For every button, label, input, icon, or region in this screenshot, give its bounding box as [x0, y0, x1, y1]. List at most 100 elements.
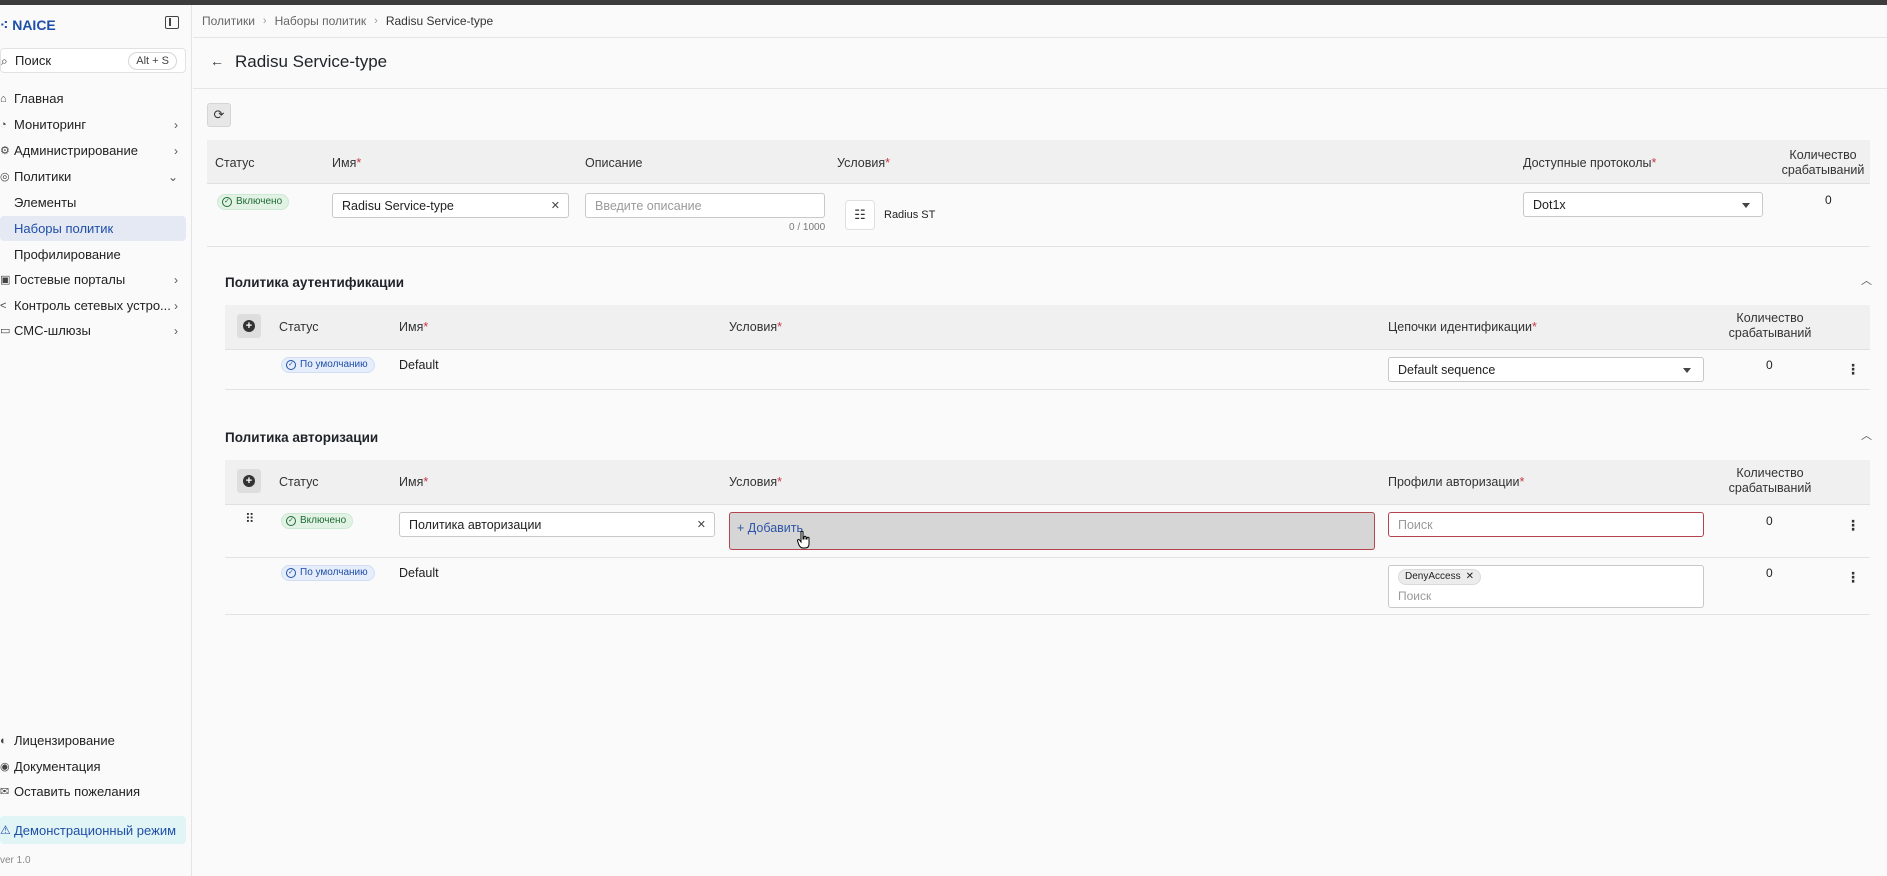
window-top-bar: [0, 0, 1887, 5]
sidebar-item-label: Администрирование: [14, 143, 138, 158]
sidebar-search[interactable]: ⌕ Поиск Alt + S: [0, 48, 186, 73]
divider: [193, 88, 1887, 89]
sidebar-item-documentation[interactable]: ◉ Документация: [0, 754, 186, 779]
column-description: Описание: [585, 156, 643, 170]
more-vertical-icon[interactable]: ⋮: [1846, 517, 1860, 534]
more-vertical-icon[interactable]: ⋮: [1846, 361, 1860, 378]
docs-icon: ◉: [0, 761, 10, 773]
breadcrumb-item[interactable]: Политики: [202, 14, 255, 28]
column-profiles: Профили авторизации*: [1388, 475, 1525, 489]
mouse-cursor-icon: [797, 531, 810, 549]
refresh-button[interactable]: ⟳: [207, 103, 231, 127]
remove-tag-icon[interactable]: ✕: [1466, 570, 1474, 584]
divider: [193, 37, 1887, 38]
status-badge-enabled: ✓ Включено: [217, 194, 290, 210]
sidebar-item-feedback[interactable]: ✉ Оставить пожелания: [0, 779, 186, 804]
column-name: Имя*: [399, 475, 429, 489]
chevron-right-icon: ›: [174, 117, 178, 132]
home-icon: ⌂: [0, 92, 7, 105]
description-counter: 0 / 1000: [789, 222, 826, 233]
sidebar-item-label: Контроль сетевых устро...: [14, 298, 171, 313]
condition-name[interactable]: Radius ST: [884, 209, 935, 221]
auth-table-header: [225, 305, 1870, 350]
device-icon: <: [0, 299, 7, 312]
column-conditions: Условия*: [837, 156, 891, 170]
sidebar-item-administration[interactable]: ⚙ Администрирование ›: [0, 138, 186, 163]
sidebar-item-policies[interactable]: ◎ Политики ⌄: [0, 164, 186, 189]
chevron-right-icon: ›: [174, 272, 178, 287]
app-logo[interactable]: ⁖ NAICE: [0, 14, 56, 36]
demo-mode-button[interactable]: ⚠ Демонстрационный режим: [0, 816, 186, 844]
auth-policy-title: Политика аутентификации: [225, 275, 405, 290]
conditions-dropzone[interactable]: + Добавить: [729, 512, 1375, 550]
sidebar-item-label: СМС-шлюзы: [14, 323, 91, 338]
name-value: Политика авторизации: [409, 517, 542, 532]
clear-icon[interactable]: ✕: [697, 518, 706, 531]
row-divider: [225, 557, 1870, 558]
row-divider: [207, 246, 1870, 247]
refresh-icon: ⟳: [213, 107, 225, 122]
column-protocols: Доступные протоколы*: [1523, 156, 1657, 170]
sms-icon: ▭: [0, 325, 11, 337]
hits-value: 0: [1825, 193, 1832, 207]
add-rule-button[interactable]: [237, 314, 261, 338]
protocol-value: Dot1x: [1533, 197, 1566, 212]
rule-name-field[interactable]: Политика авторизации ✕: [399, 512, 715, 537]
condition-list-icon[interactable]: ☷: [845, 200, 875, 230]
more-vertical-icon[interactable]: ⋮: [1846, 569, 1860, 586]
authz-policy-title: Политика авторизации: [225, 430, 379, 445]
chevron-right-icon: ›: [174, 298, 178, 313]
column-conditions: Условия*: [729, 475, 783, 489]
add-rule-button[interactable]: [237, 469, 261, 493]
sidebar-item-label: Лицензирование: [14, 733, 115, 748]
back-arrow-icon[interactable]: ←: [210, 53, 224, 69]
sidebar-item-profiling[interactable]: Профилирование: [0, 242, 186, 267]
policies-icon: ◎: [0, 171, 10, 183]
protocol-select[interactable]: Dot1x: [1523, 192, 1763, 217]
chevron-right-icon: ›: [174, 323, 178, 338]
portal-icon: ▣: [0, 274, 11, 286]
add-condition-button[interactable]: + Добавить: [737, 521, 803, 535]
drag-handle-icon[interactable]: ⠿: [245, 512, 254, 525]
plus-icon: +: [737, 521, 748, 535]
policy-set-name-field[interactable]: Radisu Service-type ✕: [332, 193, 569, 218]
collapse-sidebar-icon[interactable]: [165, 16, 179, 29]
sidebar-item-elements[interactable]: Элементы: [0, 190, 186, 215]
profile-multiselect[interactable]: DenyAccess ✕ Поиск: [1388, 565, 1704, 608]
caret-down-icon: [1742, 203, 1750, 208]
chain-select[interactable]: Default sequence: [1388, 357, 1704, 382]
sidebar-item-device-control[interactable]: < Контроль сетевых устро... ›: [0, 293, 186, 318]
name-value: Radisu Service-type: [342, 198, 454, 213]
license-icon: ◐: [0, 734, 7, 747]
admin-icon: ⚙: [0, 145, 10, 157]
sidebar: ⁖ NAICE ⌕ Поиск Alt + S ⌂ Главная ◔ Мони…: [0, 5, 192, 876]
profile-search-field[interactable]: Поиск: [1388, 512, 1704, 537]
chevron-up-icon[interactable]: ︿: [1861, 427, 1872, 443]
status-badge-default: ✓ По умолчанию: [281, 357, 375, 373]
profile-placeholder: Поиск: [1398, 517, 1433, 532]
check-icon: ✓: [222, 197, 232, 207]
sidebar-item-label: Мониторинг: [14, 117, 87, 132]
authz-table-header: [225, 460, 1870, 505]
chain-value: Default sequence: [1398, 362, 1496, 377]
sidebar-item-monitoring[interactable]: ◔ Мониторинг ›: [0, 112, 186, 137]
column-name: Имя*: [399, 320, 429, 334]
sidebar-item-policy-sets[interactable]: Наборы политик: [0, 216, 186, 241]
sidebar-item-licensing[interactable]: ◐ Лицензирование: [0, 728, 186, 753]
description-field[interactable]: Введите описание: [585, 193, 825, 218]
chevron-right-icon: ›: [174, 143, 178, 158]
page-title: Radisu Service-type: [235, 52, 388, 71]
rule-name: Default: [399, 566, 439, 580]
sidebar-item-label: Политики: [14, 169, 72, 184]
breadcrumb-item[interactable]: Наборы политик: [275, 14, 367, 28]
search-label: Поиск: [15, 53, 52, 68]
hits-value: 0: [1766, 514, 1773, 528]
sidebar-item-home[interactable]: ⌂ Главная: [0, 86, 186, 111]
column-conditions: Условия*: [729, 320, 783, 334]
clear-icon[interactable]: ✕: [551, 199, 560, 212]
chevron-up-icon[interactable]: ︿: [1861, 272, 1872, 288]
sidebar-item-guest-portals[interactable]: ▣ Гостевые порталы ›: [0, 267, 186, 292]
check-icon: ✓: [286, 568, 296, 578]
sidebar-item-sms-gateways[interactable]: ▭ СМС-шлюзы ›: [0, 318, 186, 343]
sidebar-item-label: Главная: [14, 91, 64, 106]
